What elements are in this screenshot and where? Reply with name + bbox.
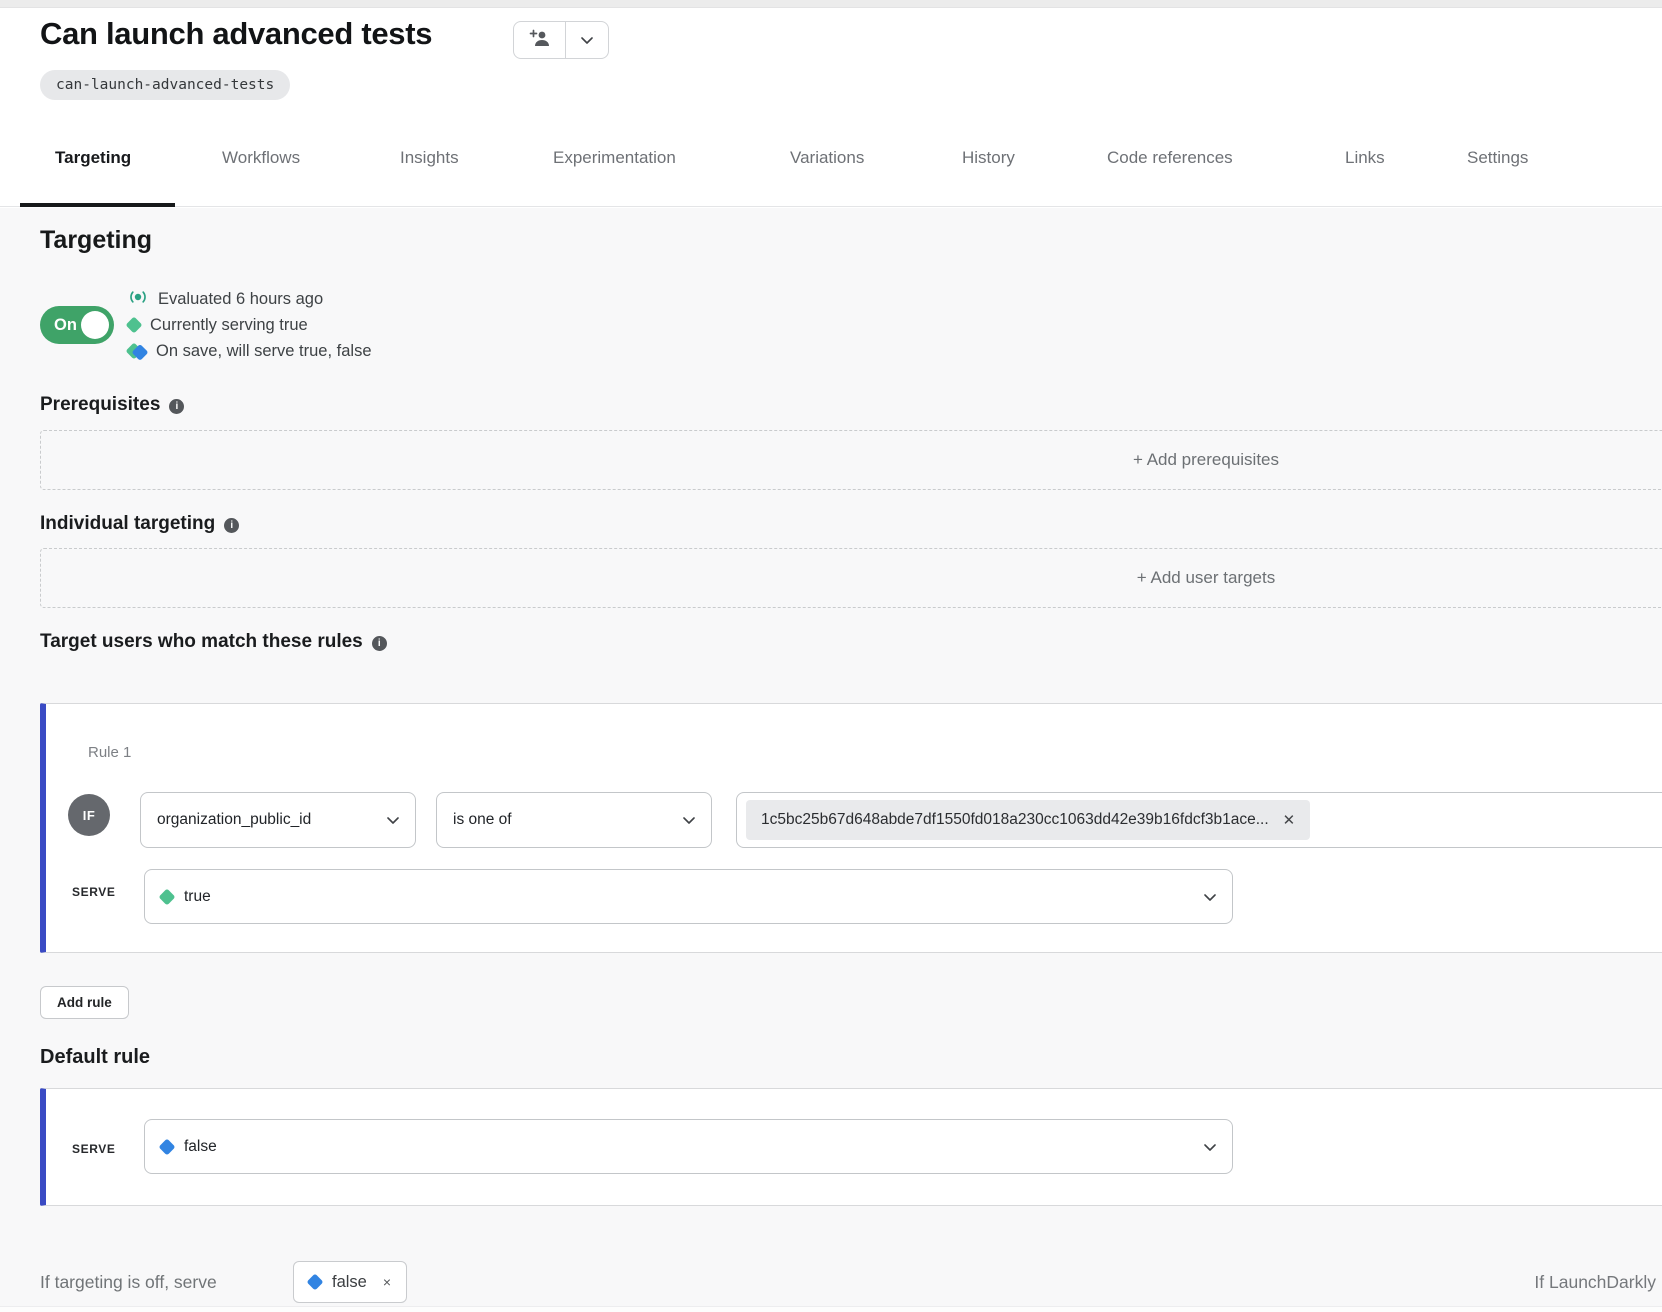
- rule-operator-dropdown[interactable]: is one of: [436, 792, 712, 848]
- tab-workflows[interactable]: Workflows: [222, 148, 300, 168]
- default-serve-dropdown[interactable]: false: [144, 1119, 1233, 1174]
- fallback-label: If LaunchDarkly: [1534, 1272, 1656, 1293]
- tab-variations[interactable]: Variations: [790, 148, 864, 168]
- toggle-knob: [81, 311, 109, 339]
- chevron-down-icon: [683, 811, 695, 829]
- flag-actions-menu-button[interactable]: [566, 22, 608, 58]
- rule-attribute-dropdown[interactable]: organization_public_id: [140, 792, 416, 848]
- info-icon[interactable]: [372, 636, 387, 651]
- remove-off-variation-icon[interactable]: ×: [383, 1274, 391, 1290]
- default-serve-value: false: [184, 1138, 217, 1156]
- chevron-down-icon: [1204, 888, 1216, 906]
- off-variation-value: false: [332, 1273, 367, 1292]
- flag-targeting-page: Can launch advanced tests can-launch-adv…: [0, 0, 1662, 1312]
- default-rule-heading: Default rule: [40, 1046, 150, 1069]
- rule-name: Rule 1: [88, 744, 131, 761]
- targeting-section-title: Targeting: [40, 226, 152, 255]
- window-bottom-edge: [0, 1306, 1662, 1312]
- toggle-state-label: On: [54, 316, 77, 335]
- evaluation-pulse-icon: [128, 289, 148, 310]
- default-rule-card: SERVE false: [40, 1088, 1662, 1206]
- window-top-edge: [0, 0, 1662, 8]
- rule-value-token: 1c5bc25b67d648abde7df1550fd018a230cc1063…: [746, 800, 1310, 840]
- flag-key-badge: can-launch-advanced-tests: [40, 70, 290, 100]
- add-member-button[interactable]: [514, 22, 566, 58]
- tab-links[interactable]: Links: [1345, 148, 1385, 168]
- chevron-down-icon: [387, 811, 399, 829]
- false-diamond-icon: [159, 1138, 176, 1155]
- prerequisites-heading: Prerequisites: [40, 394, 184, 416]
- status-serving-text: Currently serving true: [150, 316, 308, 335]
- tab-settings[interactable]: Settings: [1467, 148, 1528, 168]
- rule-operator-value: is one of: [453, 811, 512, 829]
- tab-code-references[interactable]: Code references: [1107, 148, 1233, 168]
- rules-title: Target users who match these rules: [40, 631, 363, 653]
- false-diamond-icon: [307, 1274, 324, 1291]
- flag-actions-button-group: [513, 21, 609, 59]
- info-icon[interactable]: [224, 518, 239, 533]
- add-user-targets-label[interactable]: + Add user targets: [1137, 568, 1275, 588]
- tab-targeting[interactable]: Targeting: [55, 148, 131, 168]
- add-user-targets-area[interactable]: + Add user targets: [40, 548, 1662, 608]
- rule-serve-dropdown[interactable]: true: [144, 869, 1233, 924]
- status-on-save-text: On save, will serve true, false: [156, 342, 372, 361]
- rules-heading: Target users who match these rules: [40, 631, 387, 653]
- rule-card: Rule 1 IF organization_public_id is one …: [40, 703, 1662, 953]
- tab-experimentation[interactable]: Experimentation: [553, 148, 676, 168]
- status-on-save-row: On save, will serve true, false: [128, 338, 372, 364]
- individual-targeting-heading: Individual targeting: [40, 513, 239, 535]
- status-serving-row: Currently serving true: [128, 312, 372, 338]
- chevron-down-icon: [581, 31, 593, 49]
- serve-label: SERVE: [72, 1142, 115, 1156]
- variation-true-false-diamonds-icon: [128, 345, 146, 357]
- add-rule-button[interactable]: Add rule: [40, 986, 129, 1019]
- flag-on-off-toggle[interactable]: On: [40, 306, 114, 344]
- true-diamond-icon: [159, 888, 176, 905]
- tab-insights[interactable]: Insights: [400, 148, 459, 168]
- rule-serve-value: true: [184, 888, 211, 906]
- person-add-icon: [529, 29, 551, 52]
- info-icon[interactable]: [169, 399, 184, 414]
- status-evaluated-row: Evaluated 6 hours ago: [128, 286, 372, 312]
- default-rule-title: Default rule: [40, 1046, 150, 1069]
- status-evaluated-text: Evaluated 6 hours ago: [158, 290, 323, 309]
- chevron-down-icon: [1204, 1138, 1216, 1156]
- off-variation-selector[interactable]: false ×: [293, 1261, 407, 1303]
- rule-attribute-value: organization_public_id: [157, 811, 311, 829]
- off-variation-label: If targeting is off, serve: [40, 1272, 217, 1293]
- prerequisites-title: Prerequisites: [40, 394, 160, 416]
- if-badge: IF: [68, 794, 110, 836]
- active-tab-underline: [20, 203, 175, 207]
- individual-targeting-title: Individual targeting: [40, 513, 215, 535]
- tab-bar: Targeting Workflows Insights Experimenta…: [0, 130, 1662, 207]
- remove-value-icon[interactable]: ✕: [1283, 811, 1296, 829]
- tab-history[interactable]: History: [962, 148, 1015, 168]
- add-prerequisites-area[interactable]: + Add prerequisites: [40, 430, 1662, 490]
- page-title: Can launch advanced tests: [40, 16, 432, 52]
- rule-value-text: 1c5bc25b67d648abde7df1550fd018a230cc1063…: [761, 811, 1269, 829]
- flag-status-summary: Evaluated 6 hours ago Currently serving …: [128, 286, 372, 364]
- add-prerequisites-label[interactable]: + Add prerequisites: [1133, 450, 1279, 470]
- variation-true-diamond-icon: [126, 317, 143, 334]
- rule-values-input[interactable]: 1c5bc25b67d648abde7df1550fd018a230cc1063…: [736, 792, 1662, 848]
- serve-label: SERVE: [72, 885, 115, 899]
